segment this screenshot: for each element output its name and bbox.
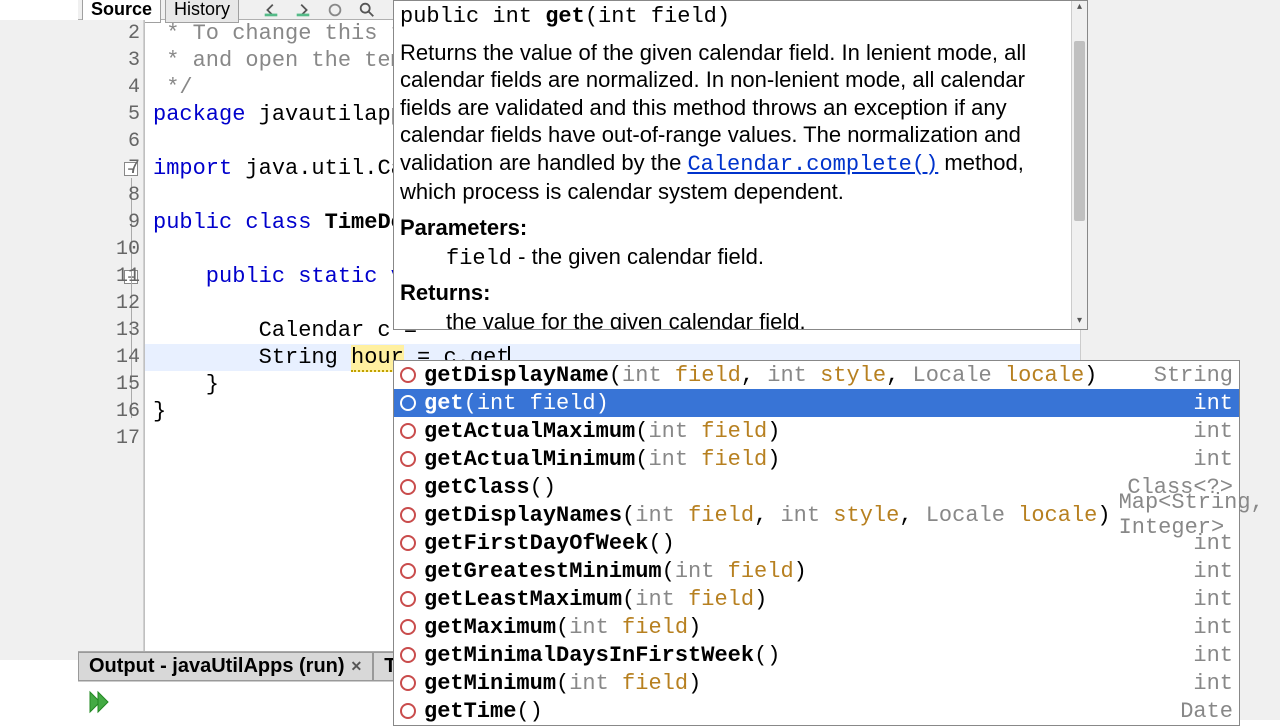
autocomplete-return-type: int (1193, 587, 1233, 612)
autocomplete-item[interactable]: getDisplayName(int field, int style, Loc… (394, 361, 1239, 389)
autocomplete-item[interactable]: getMinimalDaysInFirstWeek() int (394, 641, 1239, 669)
autocomplete-item[interactable]: getFirstDayOfWeek() int (394, 529, 1239, 557)
editor-toolbar (259, 1, 379, 19)
method-icon (400, 675, 416, 691)
autocomplete-item[interactable]: getClass()Class<?> (394, 473, 1239, 501)
nav-forward-icon[interactable] (291, 1, 315, 19)
autocomplete-signature: getMaximum(int field) (424, 615, 1185, 640)
line-number: 7 (0, 155, 144, 182)
line-number: 8 (0, 182, 144, 209)
autocomplete-return-type: int (1193, 531, 1233, 556)
method-icon (400, 367, 416, 383)
method-icon (400, 619, 416, 635)
scroll-up-icon[interactable]: ▴ (1072, 1, 1087, 15)
autocomplete-item[interactable]: getDisplayNames(int field, int style, Lo… (394, 501, 1239, 529)
method-icon (400, 395, 416, 411)
autocomplete-signature: get(int field) (424, 391, 1185, 416)
refresh-icon[interactable] (323, 1, 347, 19)
javadoc-scrollbar[interactable]: ▴ ▾ (1071, 1, 1087, 329)
line-number: 12 (0, 290, 144, 317)
line-number: 11 (0, 263, 144, 290)
method-icon (400, 563, 416, 579)
autocomplete-signature: getMinimalDaysInFirstWeek() (424, 643, 1185, 668)
autocomplete-return-type: int (1193, 447, 1233, 472)
autocomplete-return-type: int (1193, 615, 1233, 640)
autocomplete-return-type: int (1193, 671, 1233, 696)
autocomplete-item[interactable]: getGreatestMinimum(int field) int (394, 557, 1239, 585)
autocomplete-return-type: int (1193, 559, 1233, 584)
autocomplete-return-type: int (1193, 419, 1233, 444)
javadoc-returns-heading: Returns: (400, 279, 1081, 307)
method-icon (400, 507, 416, 523)
line-number: 16 (0, 398, 144, 425)
javadoc-link[interactable]: Calendar.complete() (687, 152, 938, 177)
autocomplete-item[interactable]: get(int field) int (394, 389, 1239, 417)
method-icon (400, 423, 416, 439)
method-icon (400, 591, 416, 607)
autocomplete-signature: getDisplayName(int field, int style, Loc… (424, 363, 1146, 388)
line-number: 3 (0, 47, 144, 74)
javadoc-description: Returns the value of the given calendar … (400, 39, 1081, 206)
method-icon (400, 479, 416, 495)
javadoc-popup: public int get(int field) Returns the va… (393, 0, 1088, 330)
line-gutter: − − 234567891011121314151617 (0, 20, 145, 660)
autocomplete-signature: getLeastMaximum(int field) (424, 587, 1185, 612)
method-icon (400, 647, 416, 663)
autocomplete-item[interactable]: getTime()Date (394, 697, 1239, 725)
close-icon[interactable]: ✕ (351, 658, 363, 675)
autocomplete-item[interactable]: getMaximum(int field) int (394, 613, 1239, 641)
javadoc-returns-text: the value for the given calendar field. (446, 308, 1081, 330)
scroll-thumb[interactable] (1074, 41, 1085, 221)
output-tab[interactable]: Output - javaUtilApps (run) ✕ (78, 652, 373, 681)
line-number: 2 (0, 20, 144, 47)
line-number: 15 (0, 371, 144, 398)
autocomplete-return-type: String (1154, 363, 1233, 388)
autocomplete-item[interactable]: getActualMaximum(int field) int (394, 417, 1239, 445)
method-icon (400, 535, 416, 551)
line-number: 5 (0, 101, 144, 128)
autocomplete-popup[interactable]: getDisplayName(int field, int style, Loc… (393, 360, 1240, 726)
line-number: 10 (0, 236, 144, 263)
line-number: 6 (0, 128, 144, 155)
autocomplete-item[interactable]: getActualMinimum(int field) int (394, 445, 1239, 473)
line-number: 14 (0, 344, 144, 371)
javadoc-signature: public int get(int field) (400, 3, 1081, 31)
autocomplete-return-type: int (1193, 391, 1233, 416)
autocomplete-return-type: int (1193, 643, 1233, 668)
autocomplete-item[interactable]: getMinimum(int field) int (394, 669, 1239, 697)
line-number: 4 (0, 74, 144, 101)
nav-back-icon[interactable] (259, 1, 283, 19)
run-icon[interactable] (84, 688, 112, 716)
autocomplete-signature: getActualMinimum(int field) (424, 447, 1185, 472)
line-number: 17 (0, 425, 144, 452)
autocomplete-item[interactable]: getLeastMaximum(int field) int (394, 585, 1239, 613)
autocomplete-signature: getActualMaximum(int field) (424, 419, 1185, 444)
method-icon (400, 451, 416, 467)
autocomplete-signature: getDisplayNames(int field, int style, Lo… (424, 503, 1111, 528)
search-icon[interactable] (355, 1, 379, 19)
output-tab-label: Output - javaUtilApps (run) (89, 655, 345, 678)
javadoc-parameter: field - the given calendar field. (446, 243, 1081, 273)
autocomplete-signature: getGreatestMinimum(int field) (424, 559, 1185, 584)
method-icon (400, 703, 416, 719)
scroll-down-icon[interactable]: ▾ (1072, 315, 1087, 329)
line-number: 13 (0, 317, 144, 344)
line-number: 9 (0, 209, 144, 236)
autocomplete-signature: getClass() (424, 475, 1119, 500)
autocomplete-signature: getMinimum(int field) (424, 671, 1185, 696)
javadoc-parameters-heading: Parameters: (400, 214, 1081, 242)
autocomplete-signature: getFirstDayOfWeek() (424, 531, 1185, 556)
